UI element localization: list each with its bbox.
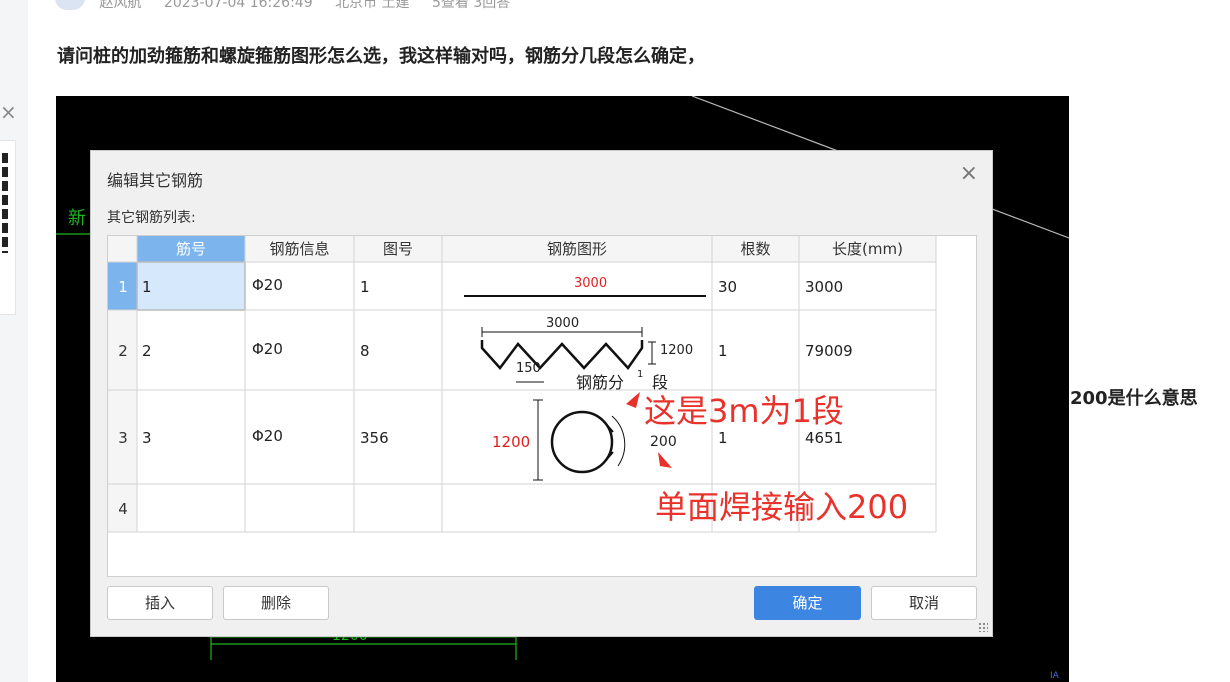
row-number[interactable]: 3 (108, 429, 138, 447)
panel-bars-icon (2, 153, 8, 253)
weld-annotation: 单面焊接输入200 (655, 488, 909, 526)
cancel-button[interactable]: 取消 (871, 586, 977, 620)
col-header-length[interactable]: 长度(mm) (799, 236, 936, 262)
cell-length[interactable]: 3000 (805, 278, 843, 296)
cell-count[interactable]: 30 (718, 278, 737, 296)
cell-length[interactable]: 79009 (805, 342, 853, 360)
cell-id[interactable]: 2 (142, 342, 152, 360)
cad-marker: IA (1050, 671, 1059, 681)
attached-screenshot[interactable]: 新 1200 IA 编辑其它钢筋 × 其它钢筋列表: (56, 96, 1069, 682)
cell-fig[interactable]: 356 (360, 429, 389, 447)
row-number[interactable]: 4 (108, 500, 138, 518)
spiral-length-label: 3000 (546, 316, 580, 331)
cell-id[interactable]: 1 (142, 278, 152, 296)
segment-label: 钢筋分 (576, 373, 625, 392)
author-name[interactable]: 赵风航 (99, 0, 141, 11)
spiral-height-label: 1200 (660, 343, 694, 358)
ring-diameter-label: 1200 (492, 433, 531, 451)
post-date: 2023-07-04 16:26:49 (163, 0, 313, 11)
straight-length-label: 3000 (574, 276, 608, 291)
cad-label: 新 (68, 208, 86, 229)
post-meta: 赵风航 2023-07-04 16:26:49 北京市 土建 5查看 3回答 (55, 0, 528, 11)
page: × 赵风航 2023-07-04 16:26:49 北京市 土建 5查看 3回答… (0, 0, 1230, 682)
edit-rebar-dialog: 编辑其它钢筋 × 其它钢筋列表: 筋号 钢筋信息 图号 钢筋图形 根数 长度(m… (90, 150, 993, 637)
question-text: 请问桩的加劲箍筋和螺旋箍筋图形怎么选，我这样输对吗，钢筋分几段怎么确定， (57, 46, 705, 67)
dialog-close-icon[interactable]: × (960, 163, 978, 185)
col-header-fig[interactable]: 图号 (354, 236, 442, 262)
post-stats: 5查看 3回答 (431, 0, 511, 11)
ok-button[interactable]: 确定 (754, 586, 861, 620)
insert-button[interactable]: 插入 (107, 586, 213, 620)
ring-lap-input[interactable]: 200 (650, 434, 677, 450)
cell-info[interactable]: Φ20 (252, 427, 283, 445)
row-number[interactable]: 1 (108, 278, 138, 296)
col-header-shape[interactable]: 钢筋图形 (442, 236, 712, 262)
delete-button[interactable]: 删除 (223, 586, 329, 620)
avatar[interactable] (55, 0, 85, 10)
cell-id[interactable]: 3 (142, 429, 152, 447)
segment-annotation: 这是3m为1段 (644, 392, 844, 430)
cell-info[interactable]: Φ20 (252, 340, 283, 358)
side-note: 200是什么意思 (1070, 388, 1198, 409)
col-header-count[interactable]: 根数 (712, 236, 799, 262)
list-label: 其它钢筋列表: (107, 210, 196, 226)
cell-count[interactable]: 1 (718, 342, 728, 360)
col-header-id[interactable]: 筋号 (137, 236, 245, 262)
rebar-table[interactable]: 筋号 钢筋信息 图号 钢筋图形 根数 长度(mm) 1 1 Φ20 1 30 3… (107, 235, 977, 577)
post-location: 北京市 土建 (335, 0, 410, 11)
cell-info[interactable]: Φ20 (252, 276, 283, 294)
spiral-pitch-label: 150 (516, 361, 541, 376)
close-icon[interactable]: × (0, 100, 17, 124)
side-panel[interactable] (0, 140, 16, 315)
cell-fig[interactable]: 8 (360, 342, 370, 360)
dialog-title: 编辑其它钢筋 (107, 171, 204, 190)
row-number[interactable]: 2 (108, 342, 138, 360)
resize-grip-icon[interactable] (978, 622, 988, 632)
col-header-info[interactable]: 钢筋信息 (245, 236, 354, 262)
cell-fig[interactable]: 1 (360, 278, 370, 296)
segment-count-input[interactable]: 1 (637, 369, 643, 380)
